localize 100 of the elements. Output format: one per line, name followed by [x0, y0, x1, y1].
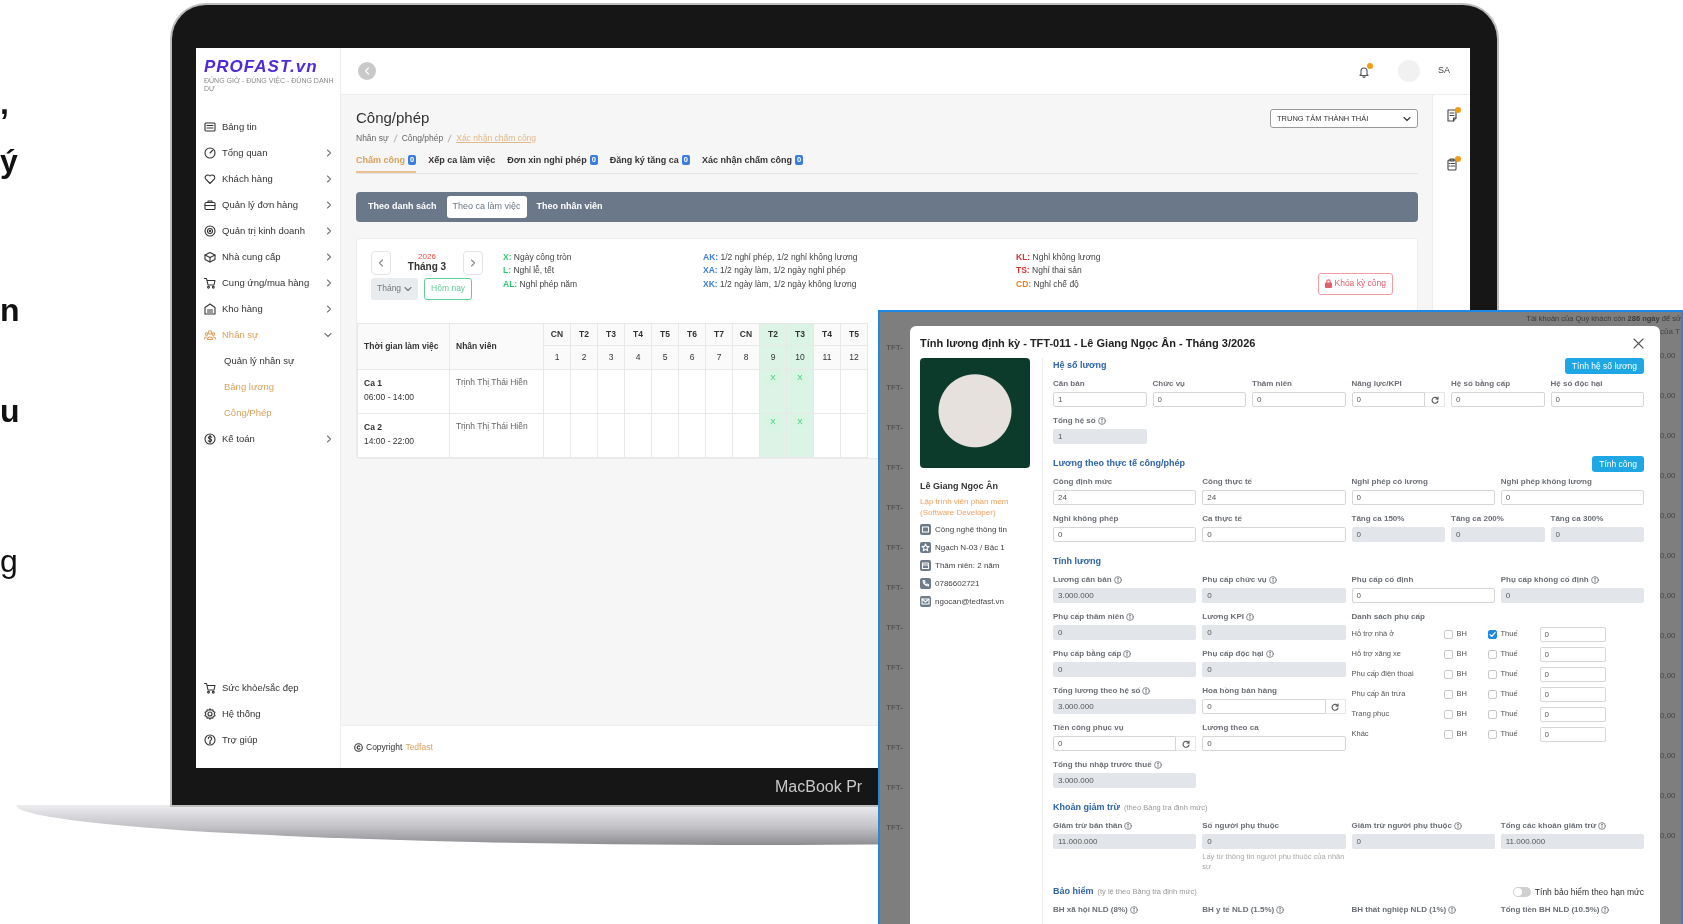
note-icon[interactable] — [1445, 109, 1458, 122]
input-field[interactable]: 11.000.000 — [1500, 834, 1644, 849]
input-field[interactable]: 0 — [1500, 490, 1644, 505]
sidebar-item[interactable]: Bảng tin — [204, 114, 332, 140]
sidebar-item[interactable]: Sức khỏe/sắc đẹp — [204, 675, 332, 701]
chevron-right-icon — [326, 149, 332, 157]
column-header: T4 — [813, 323, 841, 346]
table-cell: Trịnh Thị Thái Hiền — [449, 369, 544, 414]
input-field[interactable]: 0 — [1202, 736, 1346, 751]
checkbox[interactable] — [1487, 649, 1497, 659]
input-field[interactable]: 0 — [1202, 834, 1346, 849]
input-field[interactable]: 0 — [1351, 490, 1495, 505]
checkbox[interactable] — [1443, 689, 1453, 699]
employee-role: Lập trình viên phần mềm (Software Developer) — [920, 495, 1010, 518]
input-field[interactable]: 1 — [1053, 429, 1147, 444]
breadcrumb-link[interactable]: Nhân sự — [356, 132, 389, 145]
next-button[interactable] — [463, 250, 483, 275]
input-field[interactable]: 0 — [1539, 706, 1606, 722]
view-tab[interactable]: Theo nhân viên — [530, 195, 609, 218]
checkbox[interactable] — [1443, 669, 1453, 679]
tab[interactable]: Xếp ca làm việc — [428, 152, 496, 173]
input-field[interactable]: 0 — [1202, 625, 1346, 640]
field-label: Số người phụ thuộc — [1202, 820, 1280, 831]
checkbox[interactable] — [1443, 709, 1453, 719]
input-field[interactable]: 0 — [1152, 392, 1246, 407]
input-field[interactable]: 0 — [1351, 392, 1425, 407]
input-field[interactable]: 0 — [1053, 527, 1197, 542]
input-field[interactable]: 0 — [1500, 588, 1644, 603]
sidebar-item[interactable]: Kế toán — [204, 426, 332, 452]
close-button[interactable] — [1633, 337, 1644, 349]
breadcrumb-link[interactable]: Công/phép — [401, 132, 444, 145]
input-field[interactable]: 0 — [1351, 834, 1495, 849]
chevron-right-icon — [326, 305, 332, 313]
input-field[interactable]: 0 — [1539, 646, 1606, 662]
input-field[interactable]: 0 — [1451, 392, 1545, 407]
input-field[interactable]: 0 — [1202, 588, 1346, 603]
sidebar-item[interactable]: Quản lý đơn hàng — [204, 192, 332, 218]
field-label: Phụ cấp không cố định — [1500, 574, 1589, 585]
period-select[interactable]: Tháng — [371, 277, 419, 300]
refresh-button[interactable] — [1425, 392, 1445, 407]
clipboard-icon[interactable] — [1445, 158, 1458, 171]
input-field[interactable]: 11.000.000 — [1053, 834, 1197, 849]
back-button[interactable] — [358, 62, 376, 80]
sidebar-item[interactable]: Khách hàng — [204, 166, 332, 192]
lock-button[interactable]: Khóa kỳ công — [1318, 272, 1393, 295]
checkbox[interactable] — [1487, 629, 1497, 639]
employee-name: Lê Giang Ngọc Ân — [920, 480, 999, 493]
sidebar-item[interactable]: Tổng quan — [204, 140, 332, 166]
input-field[interactable]: 0 — [1539, 726, 1606, 742]
column-header: T4 — [624, 323, 652, 346]
field-label: Tổng hệ số — [1053, 415, 1096, 426]
toggle-label: Tính bảo hiểm theo hạn mức — [1534, 885, 1644, 899]
sidebar-item[interactable]: Cung ứng/mua hàng — [204, 270, 332, 296]
sidebar-item[interactable]: Quản trị kinh doanh — [204, 218, 332, 244]
profile-detail: Ngạch N-03 / Bậc 1 — [935, 541, 1005, 554]
input-field[interactable]: 24 — [1053, 490, 1197, 505]
toggle-switch[interactable] — [1512, 887, 1531, 897]
input-field[interactable]: 0 — [1252, 392, 1346, 407]
input-field[interactable]: 0 — [1053, 662, 1197, 677]
input-field[interactable]: 0 — [1351, 588, 1495, 603]
checkbox[interactable] — [1443, 649, 1453, 659]
checkbox[interactable] — [1487, 709, 1497, 719]
sidebar-item[interactable]: Hệ thống — [204, 701, 332, 727]
checkbox[interactable] — [1487, 669, 1497, 679]
refresh-button[interactable] — [1176, 736, 1197, 751]
input-field[interactable]: 0 — [1550, 392, 1644, 407]
input-field[interactable]: 1 — [1053, 392, 1147, 407]
input-field[interactable]: 0 — [1351, 527, 1445, 542]
sidebar-subitem[interactable]: Quản lý nhân sự — [204, 348, 332, 374]
input-field[interactable]: 0 — [1053, 625, 1197, 640]
view-tab[interactable]: Theo ca làm việc — [446, 195, 527, 218]
input-field[interactable]: 3.000.000 — [1053, 773, 1197, 788]
sidebar-item[interactable]: Kho hàng — [204, 296, 332, 322]
checkbox[interactable] — [1443, 729, 1453, 739]
input-field[interactable]: 0 — [1550, 527, 1644, 542]
heading-fragment: n — [0, 294, 20, 326]
input-field[interactable]: 0 — [1202, 662, 1346, 677]
input-field[interactable]: 0 — [1539, 686, 1606, 702]
field-label: Ca thực tế — [1202, 513, 1242, 524]
input-field[interactable]: 0 — [1539, 666, 1606, 682]
checkbox[interactable] — [1487, 729, 1497, 739]
input-field[interactable]: 0 — [1202, 527, 1346, 542]
checkbox[interactable] — [1443, 629, 1453, 639]
view-tab[interactable]: Theo danh sách — [362, 195, 443, 218]
input-field[interactable]: 24 — [1202, 490, 1346, 505]
field-label: BH y tế NLD (1.5%) — [1202, 904, 1275, 915]
field-label: Phụ cấp thâm niên — [1053, 611, 1125, 622]
sidebar-item[interactable]: Trợ giúp — [204, 727, 332, 753]
input-field[interactable]: 0 — [1202, 699, 1326, 714]
input-field[interactable]: 0 — [1053, 736, 1177, 751]
checkbox[interactable] — [1487, 689, 1497, 699]
chevron-left-icon — [364, 67, 370, 75]
help-icon — [204, 734, 216, 746]
notification-icon[interactable] — [1358, 64, 1370, 78]
input-field[interactable]: 0 — [1539, 626, 1606, 642]
input-field[interactable]: 0 — [1451, 527, 1545, 542]
input-field[interactable]: 3.000.000 — [1053, 699, 1197, 714]
input-field[interactable]: 3.000.000 — [1053, 588, 1197, 603]
sidebar-item[interactable]: Nhà cung cấp — [204, 244, 332, 270]
previous-button[interactable] — [371, 250, 391, 275]
